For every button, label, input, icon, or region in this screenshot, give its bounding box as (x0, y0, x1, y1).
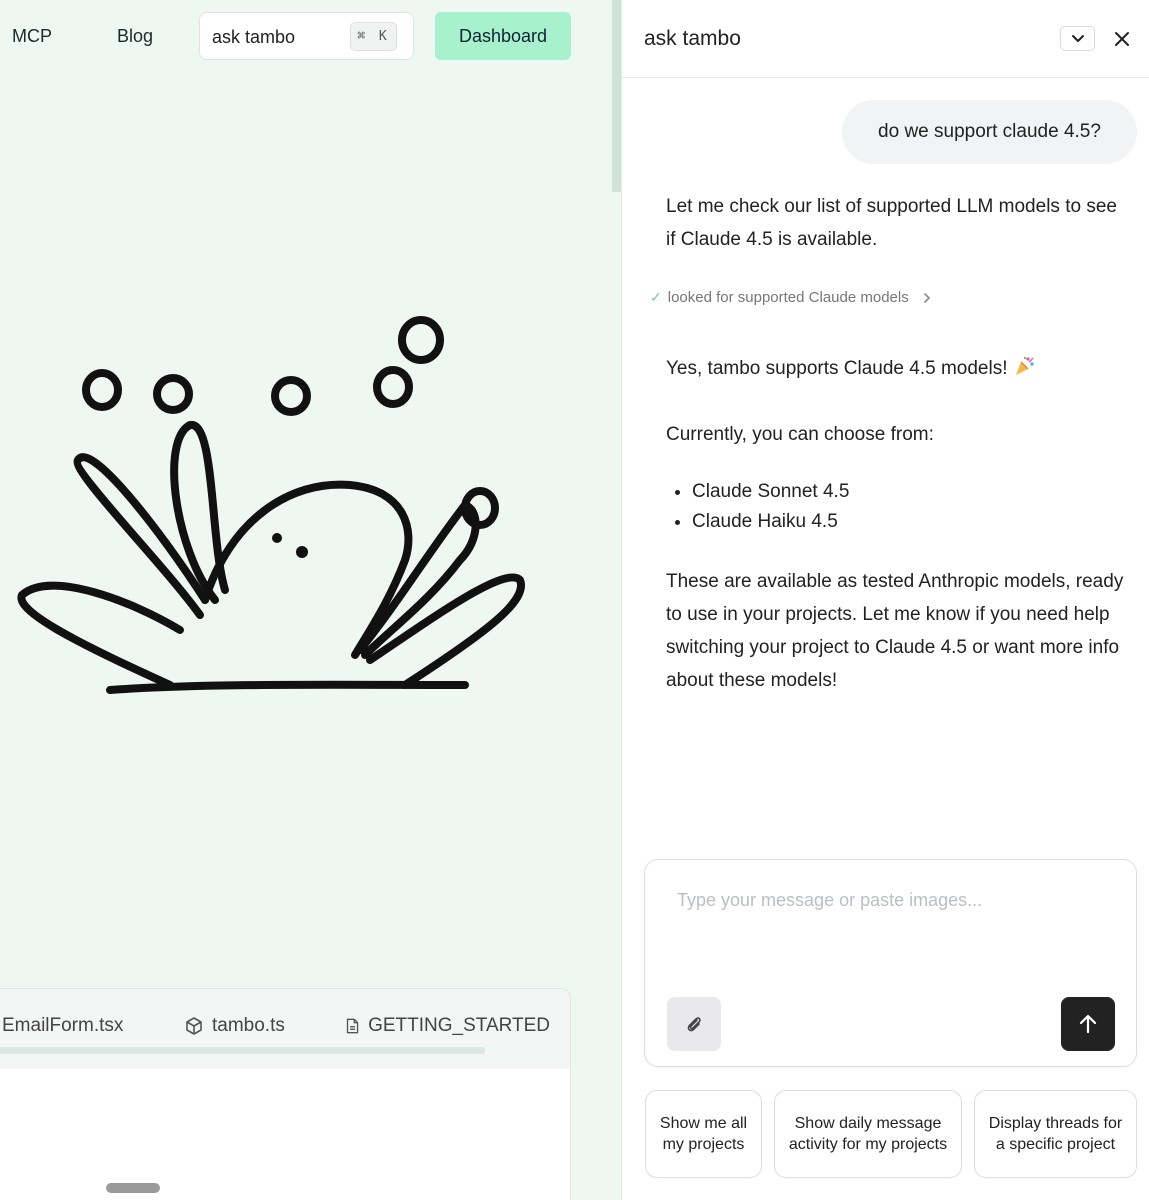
tabs-scroll-indicator[interactable] (0, 1047, 485, 1054)
answer-text: Yes, tambo supports Claude 4.5 models! (666, 358, 1008, 379)
file-icon (346, 1018, 359, 1034)
panel-title: ask tambo (644, 27, 741, 50)
list-item: Claude Haiku 4.5 (692, 507, 849, 537)
suggestion-button[interactable]: Show me all my projects (645, 1090, 762, 1178)
check-icon: ✓ (650, 289, 662, 305)
keyboard-shortcut-badge: ⌘ K (350, 22, 397, 51)
close-button[interactable] (1109, 26, 1135, 52)
dashboard-button[interactable]: Dashboard (435, 12, 571, 60)
file-tab-emailform[interactable]: EmailForm.tsx (2, 1015, 123, 1037)
bubble (82, 369, 122, 411)
docs-page: MCP Blog ask tambo ⌘ K Dashboard EmailFo… (0, 0, 621, 1200)
suggestion-button[interactable]: Display threads for a specific project (974, 1090, 1137, 1178)
file-tab-tambo[interactable]: tambo.ts (184, 1015, 285, 1037)
assistant-message-closing: These are available as tested Anthropic … (666, 571, 1124, 691)
arrow-up-icon (1079, 1014, 1097, 1034)
message-input[interactable] (677, 890, 1117, 911)
splash-illustration (17, 316, 525, 694)
ask-tambo-search[interactable]: ask tambo ⌘ K (199, 12, 414, 60)
body-eye (272, 533, 282, 543)
code-preview (0, 1069, 571, 1200)
party-popper-icon (1015, 356, 1034, 375)
suggestion-button[interactable]: Show daily message activity for my proje… (774, 1090, 962, 1178)
bubble (373, 366, 413, 408)
message-composer (644, 859, 1137, 1067)
file-tabs-bar: EmailForm.tsx tambo.ts GETTING_STARTED (0, 988, 571, 1070)
nav-link-mcp[interactable]: MCP (12, 26, 52, 47)
ask-tambo-panel: ask tambo do we support claude 4.5? Let … (621, 0, 1149, 1200)
search-label: ask tambo (212, 27, 296, 47)
attach-button[interactable] (667, 997, 721, 1051)
collapse-button[interactable] (1060, 26, 1095, 51)
nav-link-blog[interactable]: Blog (117, 26, 153, 47)
ground-line (106, 680, 469, 694)
tool-call-label: looked for supported Claude models (667, 289, 909, 306)
tool-call-status[interactable]: ✓ looked for supported Claude models (650, 289, 931, 306)
assistant-message-intro: Let me check our list of supported LLM m… (666, 196, 1117, 250)
assistant-message-choose: Currently, you can choose from: (666, 424, 934, 445)
top-navigation: MCP Blog ask tambo ⌘ K Dashboard (0, 0, 621, 78)
box-icon (186, 1017, 202, 1035)
panel-header: ask tambo (622, 0, 1149, 78)
file-tab-label: tambo.ts (212, 1015, 285, 1036)
model-list: Claude Sonnet 4.5 Claude Haiku 4.5 (692, 477, 849, 537)
vertical-scrollbar[interactable] (612, 0, 621, 192)
close-icon (1115, 32, 1129, 46)
body-eye (296, 546, 308, 558)
send-button[interactable] (1061, 997, 1115, 1051)
list-item: Claude Sonnet 4.5 (692, 477, 849, 507)
file-tab-label: GETTING_STARTED (368, 1015, 550, 1036)
splash-leaf (17, 581, 184, 689)
bubble (398, 316, 444, 364)
file-tab-getting-started[interactable]: GETTING_STARTED (345, 1015, 550, 1037)
user-message: do we support claude 4.5? (842, 100, 1137, 164)
bubble (271, 376, 311, 416)
assistant-message-answer: Yes, tambo supports Claude 4.5 models! (666, 352, 1126, 385)
bubble (153, 374, 193, 414)
chevron-down-icon (1071, 34, 1084, 42)
paperclip-icon (687, 1017, 701, 1032)
horizontal-scrollbar[interactable] (106, 1183, 160, 1193)
chevron-right-icon (923, 292, 930, 303)
